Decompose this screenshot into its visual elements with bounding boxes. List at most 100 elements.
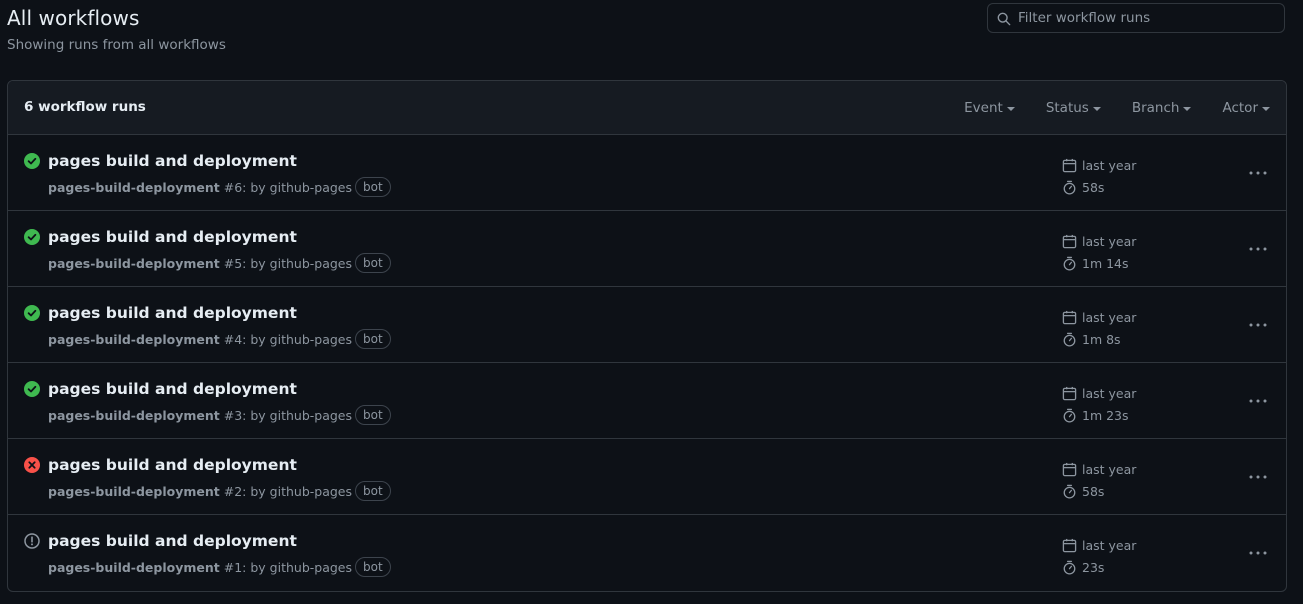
filter-menus: Event Status Branch Actor: [933, 81, 1270, 135]
stopwatch-icon: [1063, 560, 1076, 575]
check-circle-icon: [24, 305, 40, 321]
run-number-actor: #5: by github-pages: [223, 255, 352, 271]
runs-header: 6 workflow runs Event Status Branch Acto…: [8, 81, 1286, 135]
stopwatch-icon: [1063, 256, 1076, 271]
run-options-button[interactable]: [1246, 313, 1270, 337]
stopwatch-icon: [1063, 408, 1076, 423]
event-filter-menu[interactable]: Event: [964, 100, 1015, 116]
workflow-run-row[interactable]: pages build and deployment pages-build-d…: [8, 439, 1286, 515]
workflow-run-row[interactable]: pages build and deployment pages-build-d…: [8, 211, 1286, 287]
status-filter-label: Status: [1045, 100, 1089, 116]
runs-list: pages build and deployment pages-build-d…: [8, 135, 1286, 591]
run-title-link[interactable]: pages build and deployment: [48, 380, 297, 398]
run-workflow-name: pages-build-deployment: [48, 255, 220, 271]
kebab-horizontal-icon: [1249, 247, 1267, 251]
run-options-button[interactable]: [1246, 465, 1270, 489]
run-number-actor: #2: by github-pages: [223, 483, 352, 499]
runs-count: 6 workflow runs: [24, 99, 146, 115]
run-title-link[interactable]: pages build and deployment: [48, 532, 297, 550]
kebab-horizontal-icon: [1249, 551, 1267, 555]
run-time-info: last year 1m 8s: [1062, 306, 1136, 350]
run-duration: 58s: [1082, 179, 1105, 195]
run-number-actor: #1: by github-pages: [223, 559, 352, 575]
workflow-run-row[interactable]: pages build and deployment pages-build-d…: [8, 135, 1286, 211]
filter-runs-field[interactable]: [987, 3, 1285, 33]
run-options-button[interactable]: [1246, 389, 1270, 413]
caret-down-icon: [1183, 106, 1192, 111]
branch-filter-menu[interactable]: Branch: [1132, 100, 1192, 116]
run-duration: 58s: [1082, 483, 1105, 499]
run-title-link[interactable]: pages build and deployment: [48, 152, 297, 170]
status-filter-menu[interactable]: Status: [1046, 100, 1101, 116]
run-workflow-name: pages-build-deployment: [48, 407, 220, 423]
run-number-actor: #4: by github-pages: [223, 331, 352, 347]
calendar-icon: [1062, 234, 1077, 248]
run-meta: pages-build-deployment #3: by github-pag…: [48, 405, 391, 425]
bot-badge: bot: [355, 481, 391, 501]
run-meta: pages-build-deployment #1: by github-pag…: [48, 557, 391, 577]
run-time-info: last year 58s: [1062, 154, 1136, 198]
run-duration: 23s: [1082, 559, 1105, 575]
run-date: last year: [1082, 309, 1137, 325]
run-options-button[interactable]: [1246, 161, 1270, 185]
run-title-link[interactable]: pages build and deployment: [48, 456, 297, 474]
page-title: All workflows: [7, 6, 140, 30]
run-date: last year: [1082, 385, 1137, 401]
run-workflow-name: pages-build-deployment: [48, 331, 220, 347]
calendar-icon: [1062, 462, 1077, 476]
filter-runs-input[interactable]: [1018, 4, 1278, 32]
run-duration: 1m 8s: [1082, 331, 1121, 347]
bot-badge: bot: [355, 177, 391, 197]
workflow-run-row[interactable]: pages build and deployment pages-build-d…: [8, 363, 1286, 439]
run-number-actor: #6: by github-pages: [223, 179, 352, 195]
bot-badge: bot: [355, 557, 391, 577]
stopwatch-icon: [1063, 180, 1076, 195]
run-title-link[interactable]: pages build and deployment: [48, 228, 297, 246]
caret-down-icon: [1006, 106, 1015, 111]
run-workflow-name: pages-build-deployment: [48, 483, 220, 499]
alert-circle-icon: [24, 533, 40, 549]
run-meta: pages-build-deployment #4: by github-pag…: [48, 329, 391, 349]
kebab-horizontal-icon: [1249, 323, 1267, 327]
kebab-horizontal-icon: [1249, 475, 1267, 479]
calendar-icon: [1062, 158, 1077, 172]
bot-badge: bot: [355, 329, 391, 349]
event-filter-label: Event: [964, 100, 1003, 116]
run-options-button[interactable]: [1246, 237, 1270, 261]
calendar-icon: [1062, 386, 1077, 400]
caret-down-icon: [1262, 106, 1270, 111]
bot-badge: bot: [355, 253, 391, 273]
check-circle-icon: [24, 153, 40, 169]
calendar-icon: [1062, 310, 1077, 324]
run-date: last year: [1082, 157, 1137, 173]
run-workflow-name: pages-build-deployment: [48, 559, 220, 575]
run-title-link[interactable]: pages build and deployment: [48, 304, 297, 322]
x-circle-icon: [24, 457, 40, 473]
actor-filter-label: Actor: [1222, 100, 1258, 116]
workflows-page: All workflows Showing runs from all work…: [0, 0, 1303, 604]
run-date: last year: [1082, 537, 1137, 553]
workflow-runs-panel: 6 workflow runs Event Status Branch Acto…: [7, 80, 1287, 592]
calendar-icon: [1062, 538, 1077, 552]
check-circle-icon: [24, 381, 40, 397]
bot-badge: bot: [355, 405, 391, 425]
run-duration: 1m 14s: [1082, 255, 1129, 271]
workflow-run-row[interactable]: pages build and deployment pages-build-d…: [8, 515, 1286, 591]
kebab-horizontal-icon: [1249, 399, 1267, 403]
run-number-actor: #3: by github-pages: [223, 407, 352, 423]
run-time-info: last year 1m 23s: [1062, 382, 1136, 426]
page-subtitle: Showing runs from all workflows: [7, 37, 226, 53]
run-time-info: last year 23s: [1062, 534, 1136, 578]
check-circle-icon: [24, 229, 40, 245]
run-workflow-name: pages-build-deployment: [48, 179, 220, 195]
workflow-run-row[interactable]: pages build and deployment pages-build-d…: [8, 287, 1286, 363]
actor-filter-menu[interactable]: Actor: [1222, 100, 1270, 116]
run-time-info: last year 58s: [1062, 458, 1136, 502]
run-meta: pages-build-deployment #2: by github-pag…: [48, 481, 391, 501]
caret-down-icon: [1092, 106, 1101, 111]
branch-filter-label: Branch: [1131, 100, 1180, 116]
run-options-button[interactable]: [1246, 541, 1270, 565]
run-time-info: last year 1m 14s: [1062, 230, 1136, 274]
stopwatch-icon: [1063, 484, 1076, 499]
run-meta: pages-build-deployment #6: by github-pag…: [48, 177, 391, 197]
